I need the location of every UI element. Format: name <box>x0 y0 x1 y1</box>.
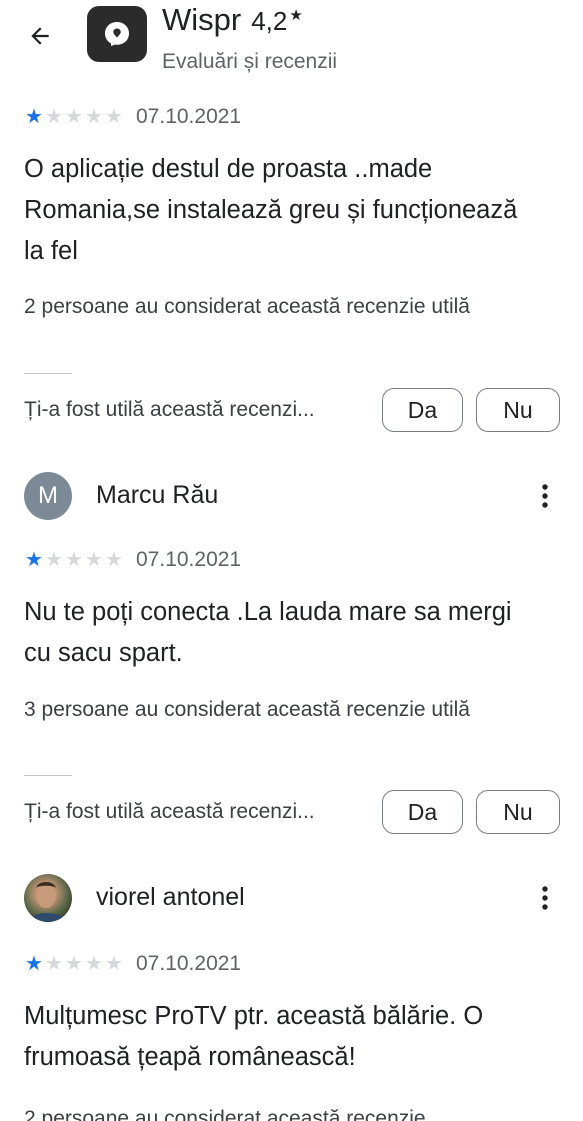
review-date: 07.10.2021 <box>136 952 242 975</box>
more-vert-icon <box>542 484 548 508</box>
more-options-button[interactable] <box>529 880 561 916</box>
app-title-row: Wispr 4,2 ★ <box>162 0 303 40</box>
reviewer-name: Marcu Rău <box>96 481 219 509</box>
avatar: M <box>24 472 72 520</box>
star-rating: ★ ★ ★ ★ ★ <box>24 550 124 570</box>
reviewer-name: viorel antonel <box>96 883 245 911</box>
helpful-question: Ți-a fost utilă această recenzi... <box>24 800 315 823</box>
star-icon: ★ <box>105 549 123 571</box>
star-icon: ★ <box>85 549 103 571</box>
helpful-no-button[interactable]: Nu <box>476 388 560 432</box>
avatar <box>24 874 72 922</box>
app-header: Wispr 4,2 ★ Evaluări și recenzii <box>0 0 583 90</box>
reviewer-row: viorel antonel <box>0 870 583 926</box>
arrow-back-icon <box>31 27 49 45</box>
star-icon: ★ <box>45 549 63 571</box>
review-date: 07.10.2021 <box>136 105 242 128</box>
helpful-yes-button[interactable]: Da <box>382 388 463 432</box>
helpful-yes-button[interactable]: Da <box>382 790 463 834</box>
review-text: O aplicație destul de proasta ..made Rom… <box>24 155 518 265</box>
rating-star-icon: ★ <box>289 7 303 24</box>
page-subtitle: Evaluări și recenzii <box>162 50 338 73</box>
review-text: Mulțumesc ProTV ptr. această bălărie. O … <box>24 1002 484 1071</box>
review-text: Nu te poți conecta .La lauda mare sa mer… <box>24 598 512 667</box>
review-rating: ★ ★ ★ ★ ★ 07.10.2021 <box>24 105 241 129</box>
wispr-app-icon <box>87 6 147 62</box>
helpful-count: 3 persoane au considerat această recenzi… <box>24 698 470 721</box>
star-icon: ★ <box>85 953 103 975</box>
star-icon: ★ <box>25 549 43 571</box>
star-icon: ★ <box>105 953 123 975</box>
star-icon: ★ <box>45 953 63 975</box>
reviewer-row: M Marcu Rău <box>0 468 583 524</box>
review-rating: ★ ★ ★ ★ ★ 07.10.2021 <box>24 952 241 976</box>
star-icon: ★ <box>85 106 103 128</box>
divider <box>24 373 72 374</box>
helpful-row: Ți-a fost utilă această recenzi... Da Nu <box>24 790 560 836</box>
star-rating: ★ ★ ★ ★ ★ <box>24 107 124 127</box>
star-icon: ★ <box>65 549 83 571</box>
more-options-button[interactable] <box>529 478 561 514</box>
back-button[interactable] <box>22 18 58 54</box>
helpful-question: Ți-a fost utilă această recenzi... <box>24 398 315 421</box>
review-date: 07.10.2021 <box>136 548 242 571</box>
star-icon: ★ <box>25 953 43 975</box>
helpful-count: 2 persoane au considerat această recenzi… <box>24 1107 426 1121</box>
star-icon: ★ <box>25 106 43 128</box>
app-rating: 4,2 <box>251 6 288 36</box>
divider <box>24 775 72 776</box>
star-icon: ★ <box>105 106 123 128</box>
more-vert-icon <box>542 886 548 910</box>
star-icon: ★ <box>65 106 83 128</box>
star-icon: ★ <box>45 106 63 128</box>
helpful-count: 2 persoane au considerat această recenzi… <box>24 295 470 318</box>
star-icon: ★ <box>65 953 83 975</box>
review-rating: ★ ★ ★ ★ ★ 07.10.2021 <box>24 548 241 572</box>
star-rating: ★ ★ ★ ★ ★ <box>24 954 124 974</box>
helpful-no-button[interactable]: Nu <box>476 790 560 834</box>
app-name: Wispr <box>162 2 242 37</box>
helpful-row: Ți-a fost utilă această recenzi... Da Nu <box>24 388 560 434</box>
